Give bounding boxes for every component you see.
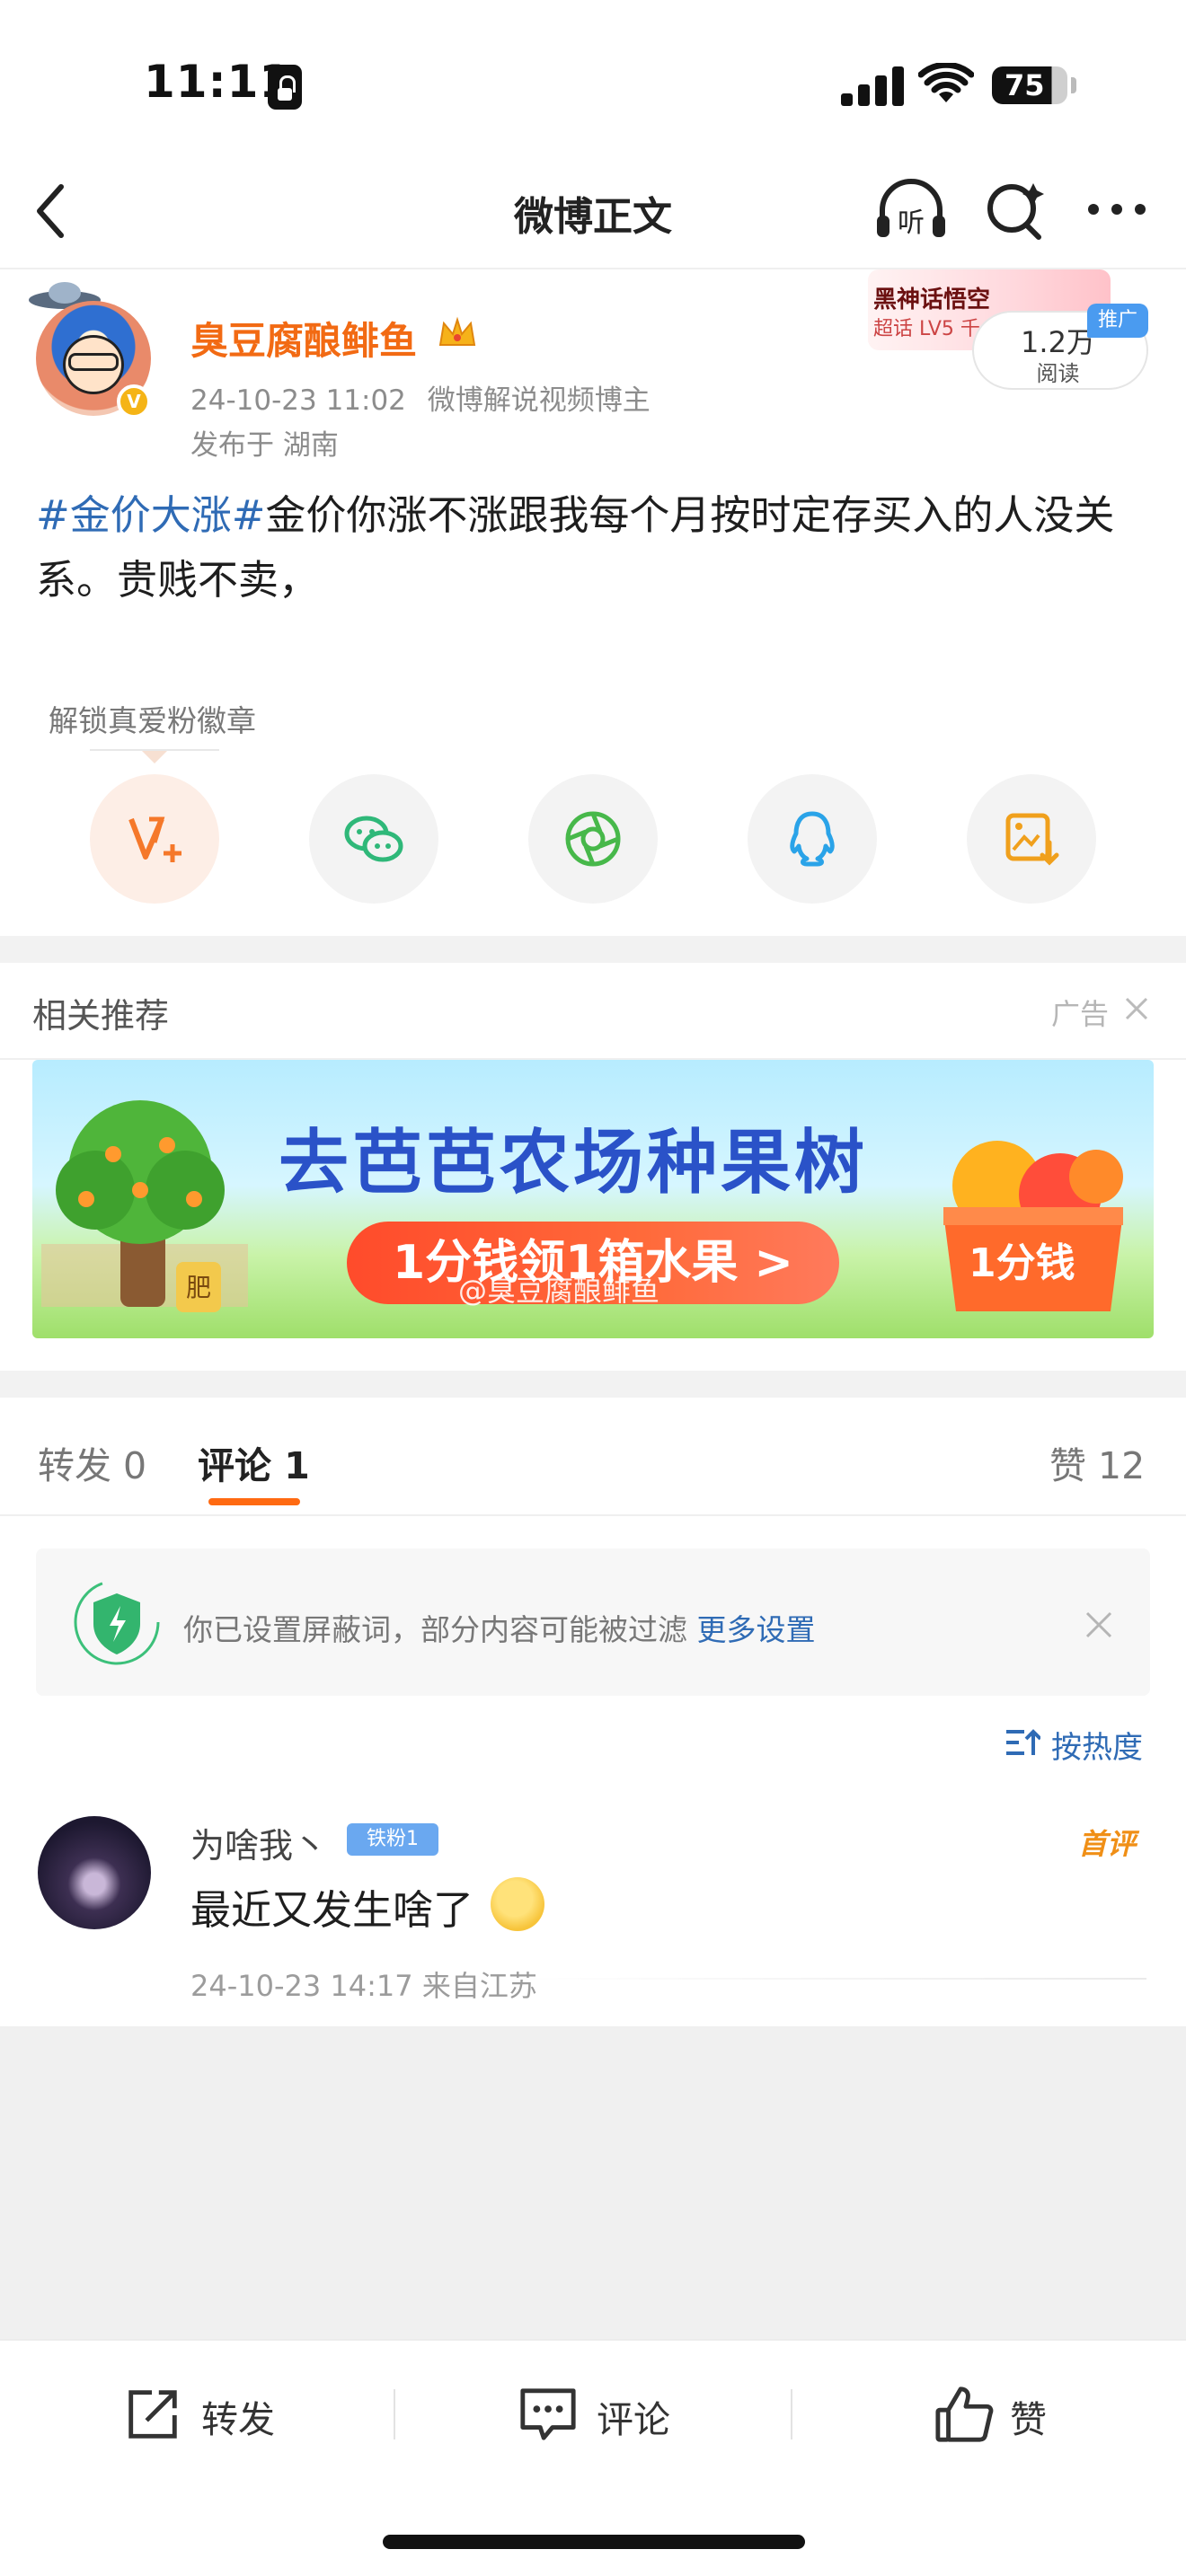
save-image-button[interactable] <box>967 774 1096 904</box>
author-name[interactable]: 臭豆腐酿鲱鱼 <box>190 311 417 366</box>
cellular-signal-icon <box>841 65 906 106</box>
author-role: 微博解说视频博主 <box>427 384 651 417</box>
bottom-separator <box>791 2389 792 2439</box>
fruit-tree-icon: 肥 <box>41 1100 248 1312</box>
tab-repost[interactable]: 转发 0 <box>38 1435 146 1489</box>
like-button[interactable]: 赞 <box>934 2384 1078 2452</box>
more-options-icon[interactable] <box>1085 196 1148 223</box>
repost-label: 转发 <box>201 2398 275 2441</box>
commenter-avatar[interactable] <box>38 1816 151 1929</box>
close-icon[interactable] <box>1084 1610 1114 1640</box>
post-time: 24-10-23 11:02 <box>190 384 406 417</box>
empty-area <box>0 2026 1186 2339</box>
comment-text: 最近又发生啥了 <box>190 1886 474 1934</box>
share-moments-button[interactable] <box>528 774 658 904</box>
filter-notice-text: 你已设置屏蔽词，部分内容可能被过滤 更多设置 <box>183 1606 816 1649</box>
unlock-fan-badge-label[interactable]: 解锁真爱粉徽章 <box>49 697 256 740</box>
share-fan-badge-button[interactable] <box>90 774 219 904</box>
fan-level-badge[interactable]: 铁粉1 <box>347 1823 438 1856</box>
comment-icon <box>520 2388 576 2440</box>
confused-emoji-icon <box>491 1877 544 1931</box>
commenter-name[interactable]: 为啥我丶 <box>190 1818 327 1867</box>
comment-meta: 24-10-23 14:17 来自江苏 <box>190 1969 537 2003</box>
like-label: 赞 <box>1010 2398 1047 2441</box>
sort-by-hot-button[interactable]: 按热度 <box>1051 1723 1143 1767</box>
related-title: 相关推荐 <box>32 996 170 1036</box>
tab-like[interactable]: 赞 12 <box>1049 1435 1145 1489</box>
screen-lock-icon <box>268 65 302 110</box>
tabs-divider <box>0 1514 1186 1516</box>
battery-tip <box>1071 77 1076 93</box>
shield-icon <box>74 1579 160 1665</box>
banner-box-label: 1分钱 <box>969 1240 1075 1286</box>
first-comment-tag: 首评 <box>1078 1827 1137 1861</box>
verified-badge-icon: V <box>117 384 151 419</box>
home-indicator[interactable] <box>383 2535 805 2549</box>
more-settings-link[interactable]: 更多设置 <box>697 1612 816 1647</box>
save-image-icon <box>1005 813 1059 866</box>
topic-hashtag[interactable]: #金价大涨# <box>36 491 265 539</box>
sort-icon[interactable] <box>1005 1726 1040 1759</box>
comment-label: 评论 <box>597 2398 670 2441</box>
unlock-pointer <box>142 751 167 763</box>
share-qq-button[interactable] <box>748 774 877 904</box>
listen-label: 听 <box>898 207 925 239</box>
v-plus-icon <box>128 816 181 862</box>
qq-icon <box>790 811 835 867</box>
banner-title: 去芭芭农场种果树 <box>279 1123 869 1204</box>
crown-icon <box>438 316 476 346</box>
post-content: #金价大涨#金价你涨不涨跟我每个月按时定存买入的人没关系。贵贱不卖， <box>36 483 1159 613</box>
ad-close-icon[interactable] <box>1123 995 1150 1022</box>
share-wechat-button[interactable] <box>309 774 438 904</box>
bottom-separator <box>394 2389 395 2439</box>
active-tab-indicator <box>208 1498 300 1505</box>
comment-button[interactable]: 评论 <box>518 2384 697 2452</box>
thumbs-up-icon <box>935 2386 994 2442</box>
wifi-icon <box>918 63 974 102</box>
post-time-role: 24-10-23 11:02 微博解说视频博主 <box>190 377 651 418</box>
repost-button[interactable]: 转发 <box>122 2384 302 2452</box>
watermark: @臭豆腐酿鲱鱼 <box>458 1274 660 1308</box>
moments-icon <box>565 811 621 867</box>
tab-comment[interactable]: 评论 1 <box>198 1435 310 1489</box>
supertopic-level: 超话 LV5 千 <box>873 318 980 340</box>
fertilizer-label: 肥 <box>186 1273 211 1302</box>
search-icon[interactable] <box>983 178 1048 243</box>
supertopic-title: 黑神话悟空 <box>873 287 991 313</box>
read-label: 阅读 <box>1036 361 1080 386</box>
repost-icon <box>128 2390 177 2439</box>
promote-badge[interactable]: 推广 <box>1087 304 1148 338</box>
battery-indicator: 75 <box>992 66 1067 104</box>
section-gap <box>0 936 1186 963</box>
wechat-icon <box>344 816 403 862</box>
section-gap <box>0 1371 1186 1398</box>
comment-divider <box>509 1978 1146 1980</box>
listen-icon[interactable]: 听 <box>873 176 949 244</box>
fruit-box-icon <box>943 1141 1123 1311</box>
ad-label: 广告 <box>1051 997 1110 1031</box>
post-location: 发布于 湖南 <box>190 429 339 462</box>
filter-notice-message: 你已设置屏蔽词，部分内容可能被过滤 <box>183 1612 697 1647</box>
